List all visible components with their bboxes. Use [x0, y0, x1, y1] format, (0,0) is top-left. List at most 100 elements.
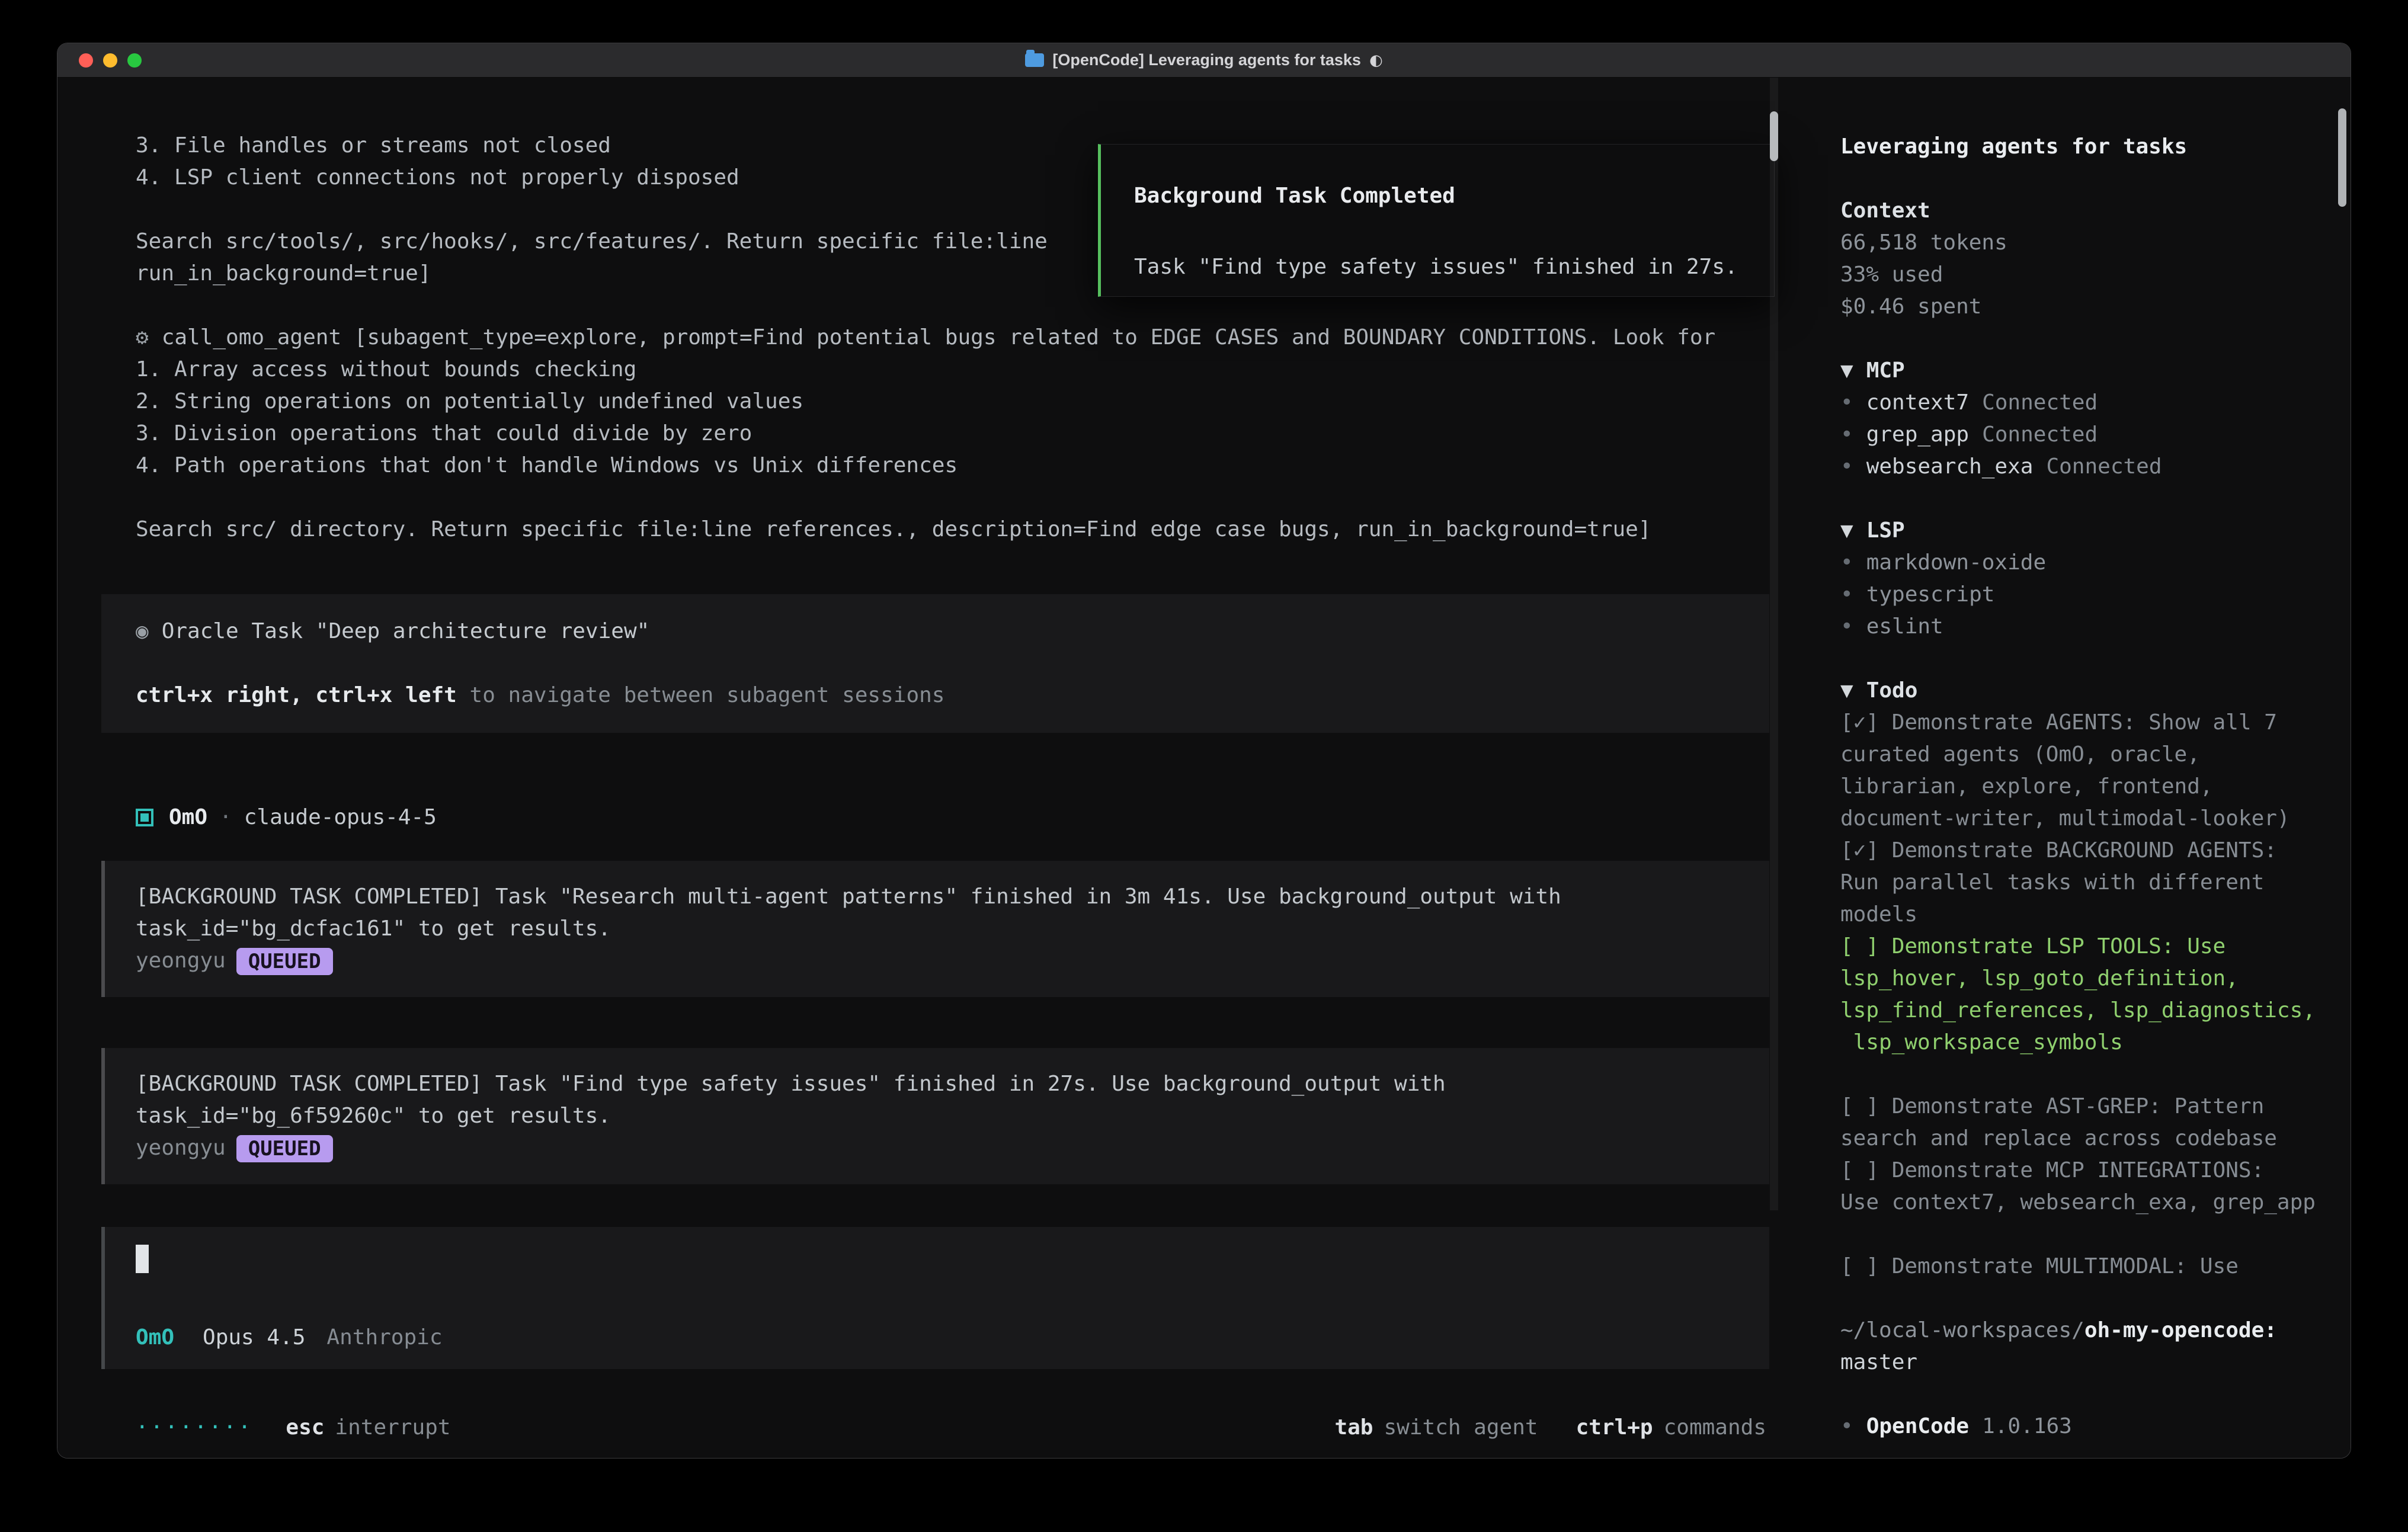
text-cursor: [136, 1245, 149, 1273]
commands-key-label: commands: [1664, 1415, 1766, 1440]
input-model-name: Opus 4.5: [203, 1325, 305, 1350]
window-title: [OpenCode] Leveraging agents for tasks ◐: [1025, 51, 1382, 69]
notification-title: Background Task Completed: [1134, 180, 1741, 212]
minimize-button[interactable]: [103, 53, 117, 68]
background-task-message: [BACKGROUND TASK COMPLETED] Task "Resear…: [101, 861, 1769, 997]
status-bar: ········escinterrupt tabswitch agentctrl…: [136, 1412, 1766, 1444]
prompt-input[interactable]: OmO Opus 4.5 Anthropic: [101, 1227, 1769, 1369]
transcript-pane: 3. File handles or streams not closed 4.…: [57, 78, 1778, 1459]
tab-key-hint: tab: [1334, 1415, 1373, 1440]
todo-item-line: librarian, explore, frontend,: [1840, 771, 2316, 803]
context-heading: Context: [1840, 195, 2316, 227]
close-button[interactable]: [79, 53, 93, 68]
agent-icon: [136, 809, 153, 826]
terminal-line: Search src/ directory. Return specific f…: [136, 514, 1778, 546]
message-line: task_id="bg_6f59260c" to get results.: [136, 1100, 1746, 1132]
lsp-section-heading[interactable]: ▼LSP: [1840, 515, 2316, 547]
status-left: ········escinterrupt: [136, 1412, 451, 1444]
triangle-down-icon: ▼: [1840, 518, 1853, 543]
terminal-line: 4. Path operations that don't handle Win…: [136, 450, 1778, 482]
background-task-notification: Background Task Completed Task "Find typ…: [1098, 144, 1775, 297]
traffic-lights: [79, 53, 142, 68]
todo-item-line: Run parallel tasks with different: [1840, 867, 2316, 899]
todo-section-heading[interactable]: ▼Todo: [1840, 675, 2316, 707]
lsp-item: •eslint: [1840, 611, 2316, 643]
message-line: [BACKGROUND TASK COMPLETED] Task "Find t…: [136, 1068, 1746, 1100]
todo-item-line: curated agents (OmO, oracle,: [1840, 739, 2316, 771]
todo-item-line: [ ] Demonstrate MULTIMODAL: Use: [1840, 1251, 2316, 1283]
sidebar-scrollbar-thumb[interactable]: [2338, 108, 2346, 207]
input-cursor-row: [136, 1242, 1746, 1273]
terminal-window: [OpenCode] Leveraging agents for tasks ◐…: [57, 43, 2351, 1459]
queued-badge: QUEUED: [236, 948, 333, 975]
mcp-item: •websearch_exaConnected: [1840, 451, 2316, 483]
shortcut-keys: ctrl+x right, ctrl+x left: [136, 683, 457, 707]
bullet-icon: •: [1840, 582, 1853, 607]
mcp-status: Connected: [2046, 454, 2162, 479]
todo-item-line: document-writer, multimodal-looker): [1840, 803, 2316, 835]
queued-badge: QUEUED: [236, 1135, 333, 1162]
context-used: 33% used: [1840, 259, 2316, 291]
terminal-line: 3. Division operations that could divide…: [136, 418, 1778, 450]
todo-item-line: [✓] Demonstrate AGENTS: Show all 7: [1840, 707, 2316, 739]
session-title: Leveraging agents for tasks: [1840, 131, 2316, 163]
subagent-nav-hint: ctrl+x right, ctrl+x left to navigate be…: [136, 680, 1746, 711]
bullet-icon: •: [1840, 550, 1853, 575]
app-name: OpenCode: [1866, 1414, 1969, 1438]
folder-icon: [1025, 53, 1044, 67]
main-scrollbar[interactable]: [1770, 78, 1778, 1210]
todo-item-line: [✓] Demonstrate BACKGROUND AGENTS:: [1840, 835, 2316, 867]
record-icon: ◉: [136, 619, 149, 643]
sidebar: Leveraging agents for tasks Context 66,5…: [1778, 78, 2351, 1459]
message-line: [BACKGROUND TASK COMPLETED] Task "Resear…: [136, 881, 1746, 913]
lsp-item: •markdown-oxide: [1840, 547, 2316, 579]
workspace-branch: master: [1840, 1347, 2316, 1379]
bullet-icon: •: [1840, 454, 1853, 479]
todo-item-line: [ ] Demonstrate LSP TOOLS: Use: [1840, 931, 2316, 963]
background-task-message: [BACKGROUND TASK COMPLETED] Task "Find t…: [101, 1048, 1769, 1184]
titlebar: [OpenCode] Leveraging agents for tasks ◐: [57, 43, 2351, 78]
terminal-line: 2. String operations on potentially unde…: [136, 386, 1778, 418]
input-model-info: OmO Opus 4.5 Anthropic: [136, 1322, 1746, 1354]
oracle-task-box: ◉Oracle Task "Deep architecture review" …: [101, 594, 1769, 733]
bullet-icon: •: [1840, 614, 1853, 639]
triangle-down-icon: ▼: [1840, 358, 1853, 383]
agent-name: OmO: [169, 802, 207, 834]
bullet-icon: •: [1840, 390, 1853, 415]
project-name: oh-my-opencode:: [2084, 1318, 2277, 1342]
mcp-item: •grep_appConnected: [1840, 419, 2316, 451]
esc-key-label: interrupt: [335, 1415, 450, 1440]
esc-key-hint: esc: [286, 1415, 324, 1440]
input-provider-name: Anthropic: [326, 1325, 442, 1350]
context-spent: $0.46 spent: [1840, 291, 2316, 323]
input-agent-name: OmO: [136, 1325, 174, 1350]
gear-icon: ⚙: [136, 325, 149, 350]
triangle-down-icon: ▼: [1840, 678, 1853, 703]
window-title-text: [OpenCode] Leveraging agents for tasks: [1052, 51, 1361, 69]
version-line: • OpenCode 1.0.163: [1840, 1411, 2316, 1443]
todo-item-line: Use context7, websearch_exa, grep_app: [1840, 1187, 2316, 1219]
author-name: yeongyu: [136, 1136, 226, 1160]
tool-call-line: ⚙call_omo_agent [subagent_type=explore, …: [136, 322, 1778, 354]
tab-key-label: switch agent: [1384, 1415, 1538, 1440]
lsp-item: •typescript: [1840, 579, 2316, 611]
author-name: yeongyu: [136, 948, 226, 973]
todo-item-line: models: [1840, 899, 2316, 931]
notification-body: Task "Find type safety issues" finished …: [1134, 251, 1741, 283]
half-circle-icon: ◐: [1369, 52, 1383, 69]
todo-item-line: lsp_find_references, lsp_diagnostics,: [1840, 995, 2316, 1027]
todo-item-line: [ ] Demonstrate AST-GREP: Pattern: [1840, 1091, 2316, 1123]
app-version: 1.0.163: [1982, 1414, 2072, 1438]
bullet-icon: •: [1840, 1414, 1853, 1438]
main-scrollbar-thumb[interactable]: [1770, 111, 1778, 161]
agent-model: claude-opus-4-5: [244, 802, 437, 834]
mcp-section-heading[interactable]: ▼MCP: [1840, 355, 2316, 387]
workspace-path: ~/local-workspaces/oh-my-opencode:: [1840, 1315, 2316, 1347]
message-meta: yeongyu QUEUED: [136, 1132, 1746, 1164]
todo-item-line: lsp_hover, lsp_goto_definition,: [1840, 963, 2316, 995]
bullet-icon: •: [1840, 422, 1853, 447]
oracle-task-title: Oracle Task "Deep architecture review": [162, 619, 650, 643]
terminal-line: 1. Array access without bounds checking: [136, 354, 1778, 386]
zoom-button[interactable]: [127, 53, 142, 68]
todo-item-line: search and replace across codebase: [1840, 1123, 2316, 1155]
